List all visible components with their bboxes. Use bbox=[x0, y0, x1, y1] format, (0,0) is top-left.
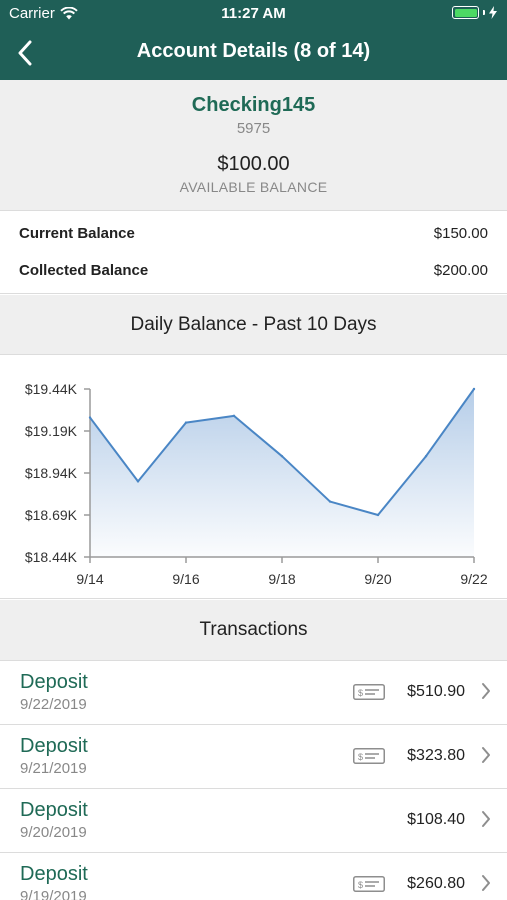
available-balance-label: AVAILABLE BALANCE bbox=[179, 179, 328, 195]
chevron-right-icon bbox=[481, 810, 491, 833]
chevron-right-icon bbox=[481, 746, 491, 769]
available-balance-amount: $100.00 bbox=[217, 153, 290, 175]
transactions-list: Deposit 9/22/2019 $ $510.90 Deposit 9/21… bbox=[0, 661, 507, 900]
collected-balance-row: Collected Balance $200.00 bbox=[19, 262, 488, 284]
transaction-date: 9/19/2019 bbox=[20, 888, 87, 900]
charging-icon bbox=[489, 6, 497, 19]
account-number: 5975 bbox=[236, 120, 271, 137]
transaction-amount: $510.90 bbox=[407, 683, 465, 700]
chart-data-point bbox=[472, 387, 476, 391]
chart-x-tick-label: 9/20 bbox=[364, 571, 391, 587]
transaction-date: 9/20/2019 bbox=[20, 824, 87, 841]
collected-balance-label: Collected Balance bbox=[19, 262, 149, 279]
transaction-amount: $108.40 bbox=[407, 811, 465, 828]
transaction-amount: $260.80 bbox=[407, 875, 465, 892]
battery-icon bbox=[452, 6, 497, 19]
chart-section-title: Daily Balance - Past 10 Days bbox=[130, 314, 377, 335]
chart-data-point bbox=[280, 455, 284, 458]
chevron-right-icon bbox=[481, 874, 491, 897]
account-name: Checking145 bbox=[191, 94, 316, 116]
chart-data-point bbox=[136, 480, 140, 483]
check-image-icon[interactable]: $ bbox=[353, 876, 385, 897]
chart-area-fill bbox=[90, 389, 474, 557]
svg-text:$: $ bbox=[358, 688, 363, 698]
transaction-row[interactable]: Deposit 9/21/2019 $ $323.80 bbox=[0, 725, 507, 789]
current-balance-label: Current Balance bbox=[19, 225, 135, 242]
app-header: Carrier 11:27 AM Account Details (8 of 1… bbox=[0, 0, 507, 80]
transaction-row[interactable]: Deposit 9/20/2019 $108.40 bbox=[0, 789, 507, 853]
chart-data-point bbox=[88, 416, 92, 419]
current-balance-row: Current Balance $150.00 bbox=[19, 225, 488, 247]
svg-text:$: $ bbox=[358, 752, 363, 762]
chart-y-tick-label: $19.19K bbox=[25, 423, 78, 439]
chart-svg: $19.44K $19.19K $18.94K $18.69K $18.44K 9/14 9… bbox=[25, 381, 488, 587]
chart-data-point bbox=[232, 414, 236, 418]
check-image-icon[interactable]: $ bbox=[353, 684, 385, 705]
transaction-date: 9/22/2019 bbox=[20, 696, 87, 713]
chart-data-point bbox=[424, 455, 428, 458]
chevron-right-icon bbox=[481, 682, 491, 705]
chart-x-tick-label: 9/14 bbox=[76, 571, 103, 587]
transaction-row[interactable]: Deposit 9/19/2019 $ $260.80 bbox=[0, 853, 507, 900]
chart-y-tick-label: $18.94K bbox=[25, 465, 78, 481]
transaction-row[interactable]: Deposit 9/22/2019 $ $510.90 bbox=[0, 661, 507, 725]
collected-balance-value: $200.00 bbox=[433, 262, 488, 279]
transaction-amount: $323.80 bbox=[407, 747, 465, 764]
chart-x-tick-label: 9/16 bbox=[172, 571, 199, 587]
account-summary: Checking145 5975 $100.00 AVAILABLE BALAN… bbox=[0, 80, 507, 211]
chart-section-header: Daily Balance - Past 10 Days bbox=[0, 295, 507, 355]
transaction-type: Deposit bbox=[20, 863, 88, 885]
transaction-date: 9/21/2019 bbox=[20, 760, 87, 777]
chart-x-tick-label: 9/18 bbox=[268, 571, 295, 587]
transaction-type: Deposit bbox=[20, 735, 88, 757]
chart-data-point bbox=[184, 421, 188, 424]
daily-balance-chart: $19.44K $19.19K $18.94K $18.69K $18.44K 9/14 9… bbox=[0, 355, 507, 599]
check-image-icon[interactable]: $ bbox=[353, 748, 385, 769]
chart-y-tick-label: $19.44K bbox=[25, 381, 78, 397]
chart-y-tick-label: $18.69K bbox=[25, 507, 78, 523]
chart-x-tick-label: 9/22 bbox=[460, 571, 487, 587]
nav-bar: Account Details (8 of 14) bbox=[0, 28, 507, 80]
transactions-title: Transactions bbox=[199, 619, 308, 640]
status-time: 11:27 AM bbox=[221, 5, 286, 22]
svg-text:$: $ bbox=[358, 880, 363, 890]
chart-y-tick-label: $18.44K bbox=[25, 549, 78, 565]
transactions-section-header: Transactions bbox=[0, 600, 507, 661]
current-balance-value: $150.00 bbox=[433, 225, 488, 242]
page-title: Account Details (8 of 14) bbox=[136, 40, 371, 62]
chart-data-point bbox=[328, 500, 332, 503]
balances-panel: Current Balance $150.00 Collected Balanc… bbox=[0, 212, 507, 294]
transaction-type: Deposit bbox=[20, 671, 88, 693]
transaction-type: Deposit bbox=[20, 799, 88, 821]
status-bar: Carrier 11:27 AM bbox=[0, 0, 507, 28]
chart-data-point bbox=[376, 513, 380, 517]
